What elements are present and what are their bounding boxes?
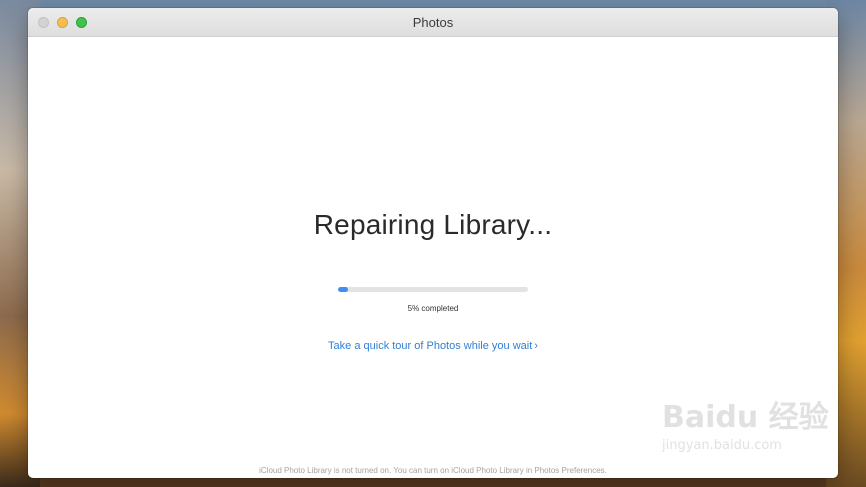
close-icon[interactable]	[38, 17, 49, 28]
progress-bar-fill	[338, 287, 348, 292]
progress-label: 5% completed	[407, 304, 459, 313]
watermark-url: jingyan.baidu.com	[662, 438, 782, 453]
progress-bar	[338, 287, 528, 292]
quick-tour-link-text: Take a quick tour of Photos while you wa…	[328, 340, 533, 352]
chevron-right-icon: ›	[534, 340, 538, 352]
repair-heading: Repairing Library...	[313, 209, 553, 240]
quick-tour-link[interactable]: Take a quick tour of Photos while you wa…	[28, 340, 838, 352]
title-bar[interactable]: Photos	[28, 8, 838, 37]
window-title: Photos	[412, 14, 454, 30]
watermark-brand: Baidu 经验	[662, 400, 829, 435]
window-controls	[38, 17, 87, 28]
minimize-icon[interactable]	[57, 17, 68, 28]
icloud-status-note: iCloud Photo Library is not turned on. Y…	[259, 466, 607, 475]
maximize-icon[interactable]	[76, 17, 87, 28]
desktop-wallpaper: Photos Repairing Library... 5% completed…	[0, 0, 866, 487]
watermark-logo: Baidu 经验 jingyan.baidu.com	[662, 392, 837, 467]
